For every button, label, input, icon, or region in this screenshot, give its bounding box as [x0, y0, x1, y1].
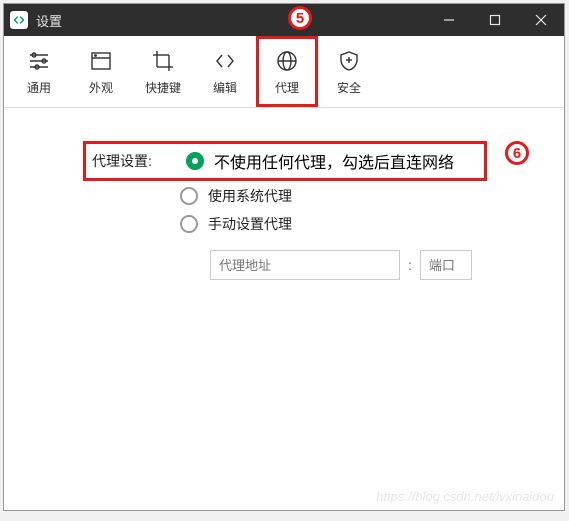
tab-proxy[interactable]: 代理 [256, 36, 318, 107]
radio-icon [180, 215, 198, 233]
proxy-option-none[interactable]: 不使用任何代理，勾选后直连网络 [186, 149, 454, 173]
proxy-options-list: 使用系统代理 手动设置代理 [180, 186, 544, 234]
globe-icon [273, 47, 301, 75]
toolbar: 通用 外观 快捷键 编辑 代理 [4, 36, 564, 108]
proxy-address-input[interactable] [210, 250, 400, 280]
annotation-badge-5: 5 [288, 6, 312, 30]
proxy-setting-row: 代理设置: 不使用任何代理，勾选后直连网络 [86, 144, 484, 178]
window-title: 设置 [36, 11, 426, 30]
radio-label: 手动设置代理 [208, 214, 292, 234]
proxy-port-input[interactable] [420, 250, 472, 280]
radio-label: 使用系统代理 [208, 186, 292, 206]
tab-general[interactable]: 通用 [8, 36, 70, 107]
maximize-button[interactable] [472, 4, 518, 36]
proxy-inputs: : [210, 250, 544, 280]
watermark: https://blog.csdn.net/lvxinaidou [376, 489, 554, 504]
close-button[interactable] [518, 4, 564, 36]
titlebar: 设置 [4, 4, 564, 36]
proxy-label: 代理设置: [92, 151, 186, 171]
tab-appearance[interactable]: 外观 [70, 36, 132, 107]
tab-edit[interactable]: 编辑 [194, 36, 256, 107]
tab-label: 快捷键 [145, 79, 181, 96]
app-icon [10, 11, 28, 29]
tab-security[interactable]: 安全 [318, 36, 380, 107]
tab-label: 代理 [275, 79, 299, 96]
tab-label: 通用 [27, 79, 51, 96]
minimize-button[interactable] [426, 4, 472, 36]
radio-icon [180, 187, 198, 205]
code-icon [211, 47, 239, 75]
shield-icon [335, 47, 363, 75]
crop-icon [149, 47, 177, 75]
proxy-option-system[interactable]: 使用系统代理 [180, 186, 544, 206]
settings-window: 5 6 设置 通用 外观 快捷键 [3, 3, 565, 511]
colon-separator: : [408, 257, 412, 273]
sliders-icon [25, 47, 53, 75]
tab-label: 外观 [89, 79, 113, 96]
content-area: 代理设置: 不使用任何代理，勾选后直连网络 使用系统代理 手动设置代理 : [4, 108, 564, 510]
window-icon [87, 47, 115, 75]
tab-label: 编辑 [213, 79, 237, 96]
radio-label: 不使用任何代理，勾选后直连网络 [214, 149, 454, 173]
tab-shortcuts[interactable]: 快捷键 [132, 36, 194, 107]
window-controls [426, 4, 564, 36]
radio-icon [186, 152, 204, 170]
tab-label: 安全 [337, 79, 361, 96]
proxy-option-manual[interactable]: 手动设置代理 [180, 214, 544, 234]
annotation-badge-6: 6 [505, 141, 529, 165]
